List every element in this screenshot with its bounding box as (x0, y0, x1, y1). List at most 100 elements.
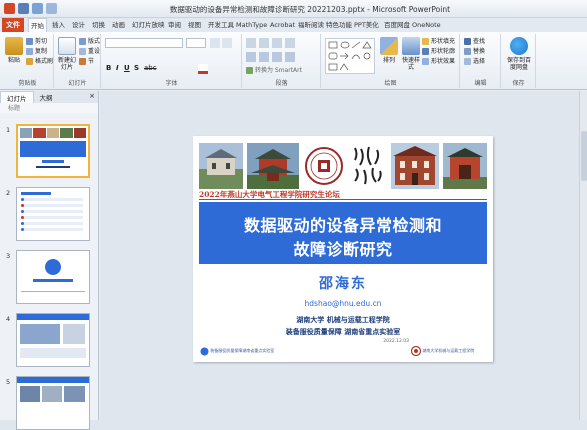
strikethrough-button[interactable]: abc (144, 64, 157, 72)
shrink-font-icon[interactable] (222, 38, 232, 48)
format-painter-button[interactable]: 格式刷 (26, 57, 53, 66)
window-title: 数据驱动的设备异常检测和故障诊断研究 20221203.pptx - Micro… (169, 5, 451, 14)
undo-icon[interactable] (32, 3, 43, 14)
smartart-icon (246, 67, 253, 74)
presentation-date: 2022.12.03 (383, 339, 409, 344)
decrease-indent-icon[interactable] (272, 38, 282, 48)
baidu-save-group: 保存到百度网盘 保存 (502, 34, 536, 88)
tab-baidu-netdisk[interactable]: 百度网盘 (382, 18, 412, 32)
tab-mathtype[interactable]: MathType (234, 18, 269, 32)
shape-effects-button[interactable]: 形状效果 (422, 57, 455, 66)
scrollbar-thumb[interactable] (581, 131, 587, 181)
tab-animations[interactable]: 动画 (110, 18, 127, 32)
align-center-icon[interactable] (259, 52, 269, 62)
find-button[interactable]: 查找 (464, 37, 485, 46)
thumb-image (42, 386, 62, 402)
shapes-gallery-icons (328, 41, 372, 71)
title-banner: 数据驱动的设备异常检测和 故障诊断研究 (199, 202, 487, 264)
redo-icon[interactable] (46, 3, 57, 14)
thumb-header-bar (17, 314, 89, 320)
current-slide[interactable]: 2022年燕山大学电气工程学院研究生论坛 数据驱动的设备异常检测和 故障诊断研究… (193, 136, 493, 362)
select-button[interactable]: 选择 (464, 57, 485, 66)
tab-transitions[interactable]: 切换 (90, 18, 107, 32)
tab-developer[interactable]: 开发工具 (206, 18, 236, 32)
slide-number: 1 (6, 126, 11, 134)
layout-icon (79, 38, 86, 45)
lab-logo: 装备服役质量保障湖南省重点实验室 (200, 346, 290, 356)
reset-icon (79, 48, 86, 55)
increase-indent-icon[interactable] (285, 38, 295, 48)
quick-styles-button[interactable]: 快速样式 (400, 37, 422, 71)
arrange-button[interactable]: 排列 (378, 37, 400, 64)
slide-thumbnail-5[interactable] (16, 376, 90, 430)
red-divider-line (199, 199, 487, 200)
arrange-icon (380, 37, 398, 55)
italic-button[interactable]: I (116, 64, 119, 72)
paste-button[interactable]: 粘贴 (3, 37, 25, 64)
align-right-icon[interactable] (272, 52, 282, 62)
close-pane-icon[interactable]: × (89, 92, 95, 100)
pavilion-photo (247, 143, 299, 189)
shape-fill-button[interactable]: 形状填充 (422, 37, 455, 46)
font-color-icon[interactable] (198, 64, 208, 74)
tab-outline-pane[interactable]: 大纲 (34, 91, 59, 103)
justify-icon[interactable] (285, 52, 295, 62)
shape-outline-button[interactable]: 形状轮廓 (422, 47, 455, 56)
copy-button[interactable]: 复制 (26, 47, 47, 56)
vertical-scrollbar[interactable] (579, 91, 587, 420)
clipboard-group: 粘贴 剪切 复制 格式刷 剪贴板 (2, 34, 54, 88)
save-to-baidu-button[interactable]: 保存到百度网盘 (507, 37, 531, 71)
align-left-icon[interactable] (246, 52, 256, 62)
underline-button[interactable]: U (124, 64, 130, 72)
tab-foxit[interactable]: 福昕阅读 (296, 18, 326, 32)
convert-smartart-button[interactable]: 转换为 SmartArt (246, 66, 302, 75)
slide-thumbnail-pane: 幻灯片 大纲 × 标题 1 2 3 4 5 (0, 91, 99, 430)
slide-number: 4 (6, 315, 11, 323)
align-buttons (246, 52, 316, 62)
title-bar: 数据驱动的设备异常检测和故障诊断研究 20221203.pptx - Micro… (0, 0, 587, 18)
tab-home[interactable]: 开始 (28, 18, 47, 32)
pen-icon (422, 48, 429, 55)
reset-button[interactable]: 重设 (79, 47, 100, 56)
file-tab[interactable]: 文件 (2, 18, 24, 32)
tab-design[interactable]: 设计 (70, 18, 87, 32)
grow-font-icon[interactable] (210, 38, 220, 48)
tab-ppt-beautify[interactable]: PPT美化 (352, 18, 381, 32)
tab-onenote[interactable]: OneNote (410, 18, 443, 32)
slide-thumbnail-3[interactable] (16, 250, 90, 304)
thumb-image (63, 324, 85, 344)
tab-slides-pane[interactable]: 幻灯片 (0, 91, 34, 103)
font-size-select[interactable] (186, 38, 206, 48)
bullets-icon[interactable] (246, 38, 256, 48)
thumb-affiliation-line (36, 166, 70, 168)
replace-button[interactable]: 替换 (464, 47, 485, 56)
slide-number: 3 (6, 252, 11, 260)
cut-button[interactable]: 剪切 (26, 37, 47, 46)
pane-tabs: 幻灯片 大纲 (0, 91, 98, 103)
thumb-list-row (21, 216, 83, 219)
layout-button[interactable]: 版式 (79, 37, 100, 46)
section-button[interactable]: 节 (79, 57, 94, 66)
slide-thumbnail-2[interactable] (16, 187, 90, 241)
shapes-gallery[interactable] (325, 38, 375, 74)
tab-features[interactable]: 特色功能 (324, 18, 354, 32)
thumb-photo-strip (20, 128, 87, 138)
brush-icon (26, 58, 33, 65)
slide-thumbnail-4[interactable] (16, 313, 90, 367)
tab-view[interactable]: 视图 (186, 18, 203, 32)
tab-review[interactable]: 审阅 (166, 18, 183, 32)
numbering-icon[interactable] (259, 38, 269, 48)
new-slide-button[interactable]: 新建幻灯片 (56, 37, 78, 71)
tab-slideshow[interactable]: 幻灯片放映 (130, 18, 167, 32)
copy-icon (26, 48, 33, 55)
save-icon[interactable] (18, 3, 29, 14)
cursor-icon (464, 58, 471, 65)
powerpoint-app-icon[interactable] (4, 3, 15, 14)
thumb-section-circle (45, 259, 61, 275)
tab-acrobat[interactable]: Acrobat (268, 18, 297, 32)
tab-insert[interactable]: 插入 (50, 18, 67, 32)
font-name-select[interactable] (105, 38, 183, 48)
bold-button[interactable]: B (106, 64, 111, 72)
slide-thumbnail-1[interactable] (16, 124, 90, 178)
shadow-button[interactable]: S (134, 64, 139, 72)
